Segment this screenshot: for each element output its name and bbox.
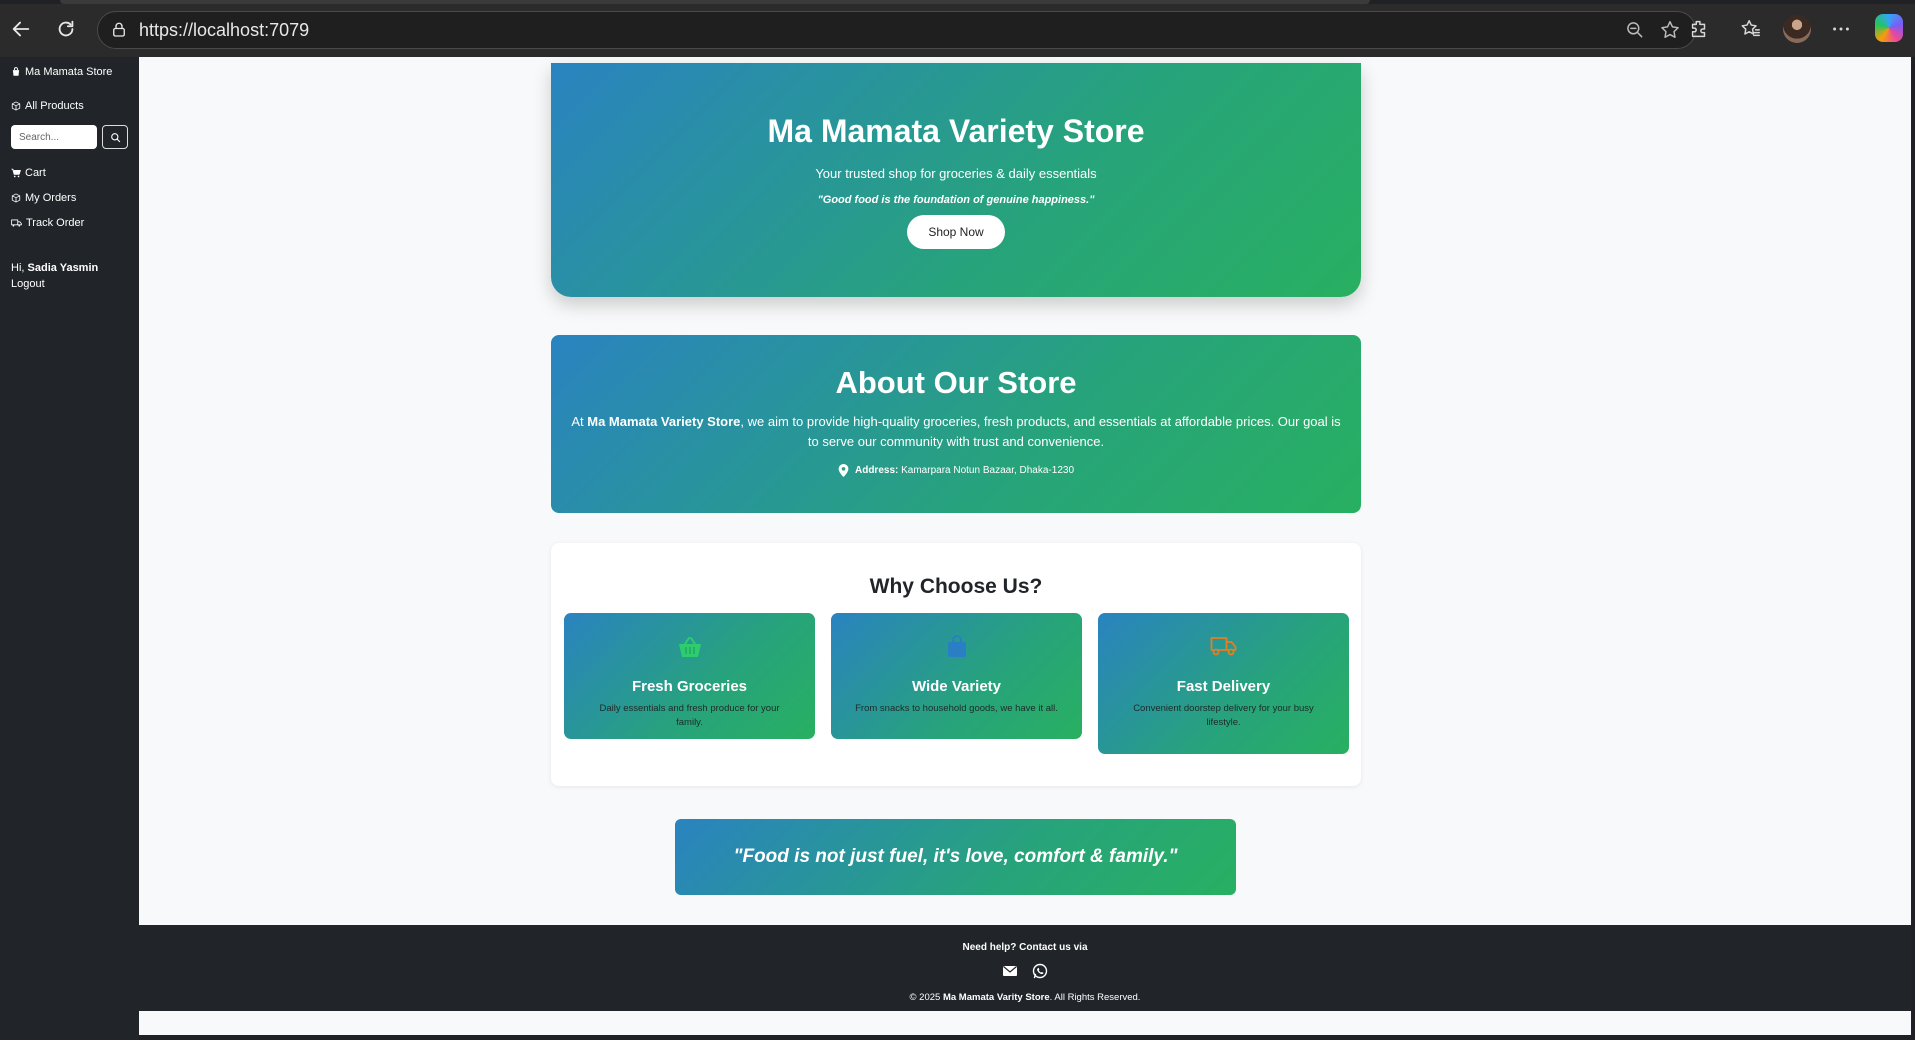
url-text[interactable]: https://localhost:7079 [139,20,309,41]
browser-toolbar: https://localhost:7079 [0,0,1915,57]
address-text: Kamarpara Notun Bazaar, Dhaka-1230 [901,465,1075,476]
why-choose-us-section: Why Choose Us? Fresh Groceries Daily ess… [551,543,1361,786]
about-store-name: Ma Mamata Variety Store [587,414,741,429]
sidebar-item-label: All Products [25,100,84,112]
logout-link[interactable]: Logout [11,276,98,292]
user-name: Sadia Yasmin [27,262,99,274]
back-arrow-icon [12,21,30,37]
greeting-text: Hi, [11,262,25,274]
about-section: About Our Store At Ma Mamata Variety Sto… [551,335,1361,513]
about-text-prefix: At [571,414,588,429]
search-button[interactable] [102,125,128,149]
feature-card-title: Wide Variety [911,678,1002,695]
cart-icon [11,168,21,178]
tab-strip [60,0,1370,4]
favorite-star-icon[interactable] [1659,19,1681,46]
hero-quote: "Good food is the foundation of genuine … [817,194,1095,206]
footer-contact-icons [139,963,1911,984]
location-pin-icon [838,464,849,477]
page-bottom-strip [139,1011,1911,1035]
about-title: About Our Store [835,365,1077,400]
window-right-edge [1911,57,1915,1040]
sidebar-brand[interactable]: Ma Mamata Store [11,66,112,78]
sidebar-item-track-order[interactable]: Track Order [11,217,84,229]
address-bar[interactable]: https://localhost:7079 [97,11,1696,49]
lock-icon[interactable] [110,21,128,44]
copyright-text: © 2025 Ma Mamata Varity Store. All Right… [139,992,1911,1003]
store-address: Address: Kamarpara Notun Bazaar, Dhaka-1… [551,464,1361,477]
bottom-quote-banner: "Food is not just fuel, it's love, comfo… [675,819,1236,895]
hero-subtitle: Your trusted shop for groceries & daily … [815,166,1097,181]
sidebar-item-label: Track Order [26,217,85,229]
feature-card-fast-delivery: Fast Delivery Convenient doorstep delive… [1098,613,1349,754]
footer: Need help? Contact us via © 2025 Ma Mama… [139,925,1911,1011]
zoom-out-icon[interactable] [1625,20,1645,45]
main-content: Ma Mamata Variety Store Your trusted sho… [139,57,1911,925]
truck-icon [1210,637,1236,656]
feature-card-title: Fresh Groceries [631,678,748,695]
basket-icon [678,637,701,657]
sidebar-item-label: Cart [25,167,46,179]
shop-now-button[interactable]: Shop Now [907,215,1005,249]
feature-card-desc: Daily essentials and fresh produce for y… [599,703,780,728]
sidebar-item-cart[interactable]: Cart [11,167,46,179]
whatsapp-icon[interactable] [1032,963,1048,984]
box-icon [11,101,21,111]
reload-icon [58,20,74,37]
more-options-icon[interactable] [1826,14,1856,44]
feature-card-wide-variety: Wide Variety From snacks to household go… [831,613,1082,739]
feature-card-fresh-groceries: Fresh Groceries Daily essentials and fre… [564,613,815,739]
copyright-store-name: Ma Mamata Varity Store [942,992,1050,1003]
truck-icon [11,219,22,227]
feature-card-title: Fast Delivery [1176,678,1271,695]
sidebar-item-all-products[interactable]: All Products [11,100,84,112]
address-label: Address: [854,465,899,476]
copilot-icon[interactable] [1875,14,1903,42]
search-icon [110,132,120,142]
reload-button[interactable] [51,14,81,44]
sidebar-brand-label: Ma Mamata Store [25,66,113,78]
why-title: Why Choose Us? [869,575,1043,598]
hero-banner: Ma Mamata Variety Store Your trusted sho… [551,63,1361,297]
copyright-prefix: © 2025 [909,992,943,1003]
hero-title: Ma Mamata Variety Store [767,113,1145,149]
user-greeting: Hi, Sadia Yasmin Logout [11,260,98,292]
copyright-suffix: . All Rights Reserved. [1049,992,1141,1003]
bag-icon [947,635,966,657]
favorites-icon[interactable] [1736,14,1766,44]
sidebar-item-my-orders[interactable]: My Orders [11,192,76,204]
about-text: At Ma Mamata Variety Store, we aim to pr… [569,412,1343,452]
sidebar-item-label: My Orders [25,192,77,204]
about-text-body: , we aim to provide high-quality groceri… [740,414,1341,449]
back-button[interactable] [6,14,36,44]
extensions-icon[interactable] [1684,14,1714,44]
feature-card-desc: From snacks to household goods, we have … [855,703,1058,714]
profile-avatar[interactable] [1783,15,1811,43]
email-icon[interactable] [1002,963,1018,984]
box-icon [11,193,21,203]
search-input[interactable] [11,125,97,149]
shop-icon [12,67,20,76]
sidebar: Ma Mamata Store All Products Cart My Ord… [0,57,139,1040]
footer-help-text: Need help? Contact us via [962,942,1088,953]
feature-card-desc: Convenient doorstep delivery for your bu… [1133,703,1314,728]
